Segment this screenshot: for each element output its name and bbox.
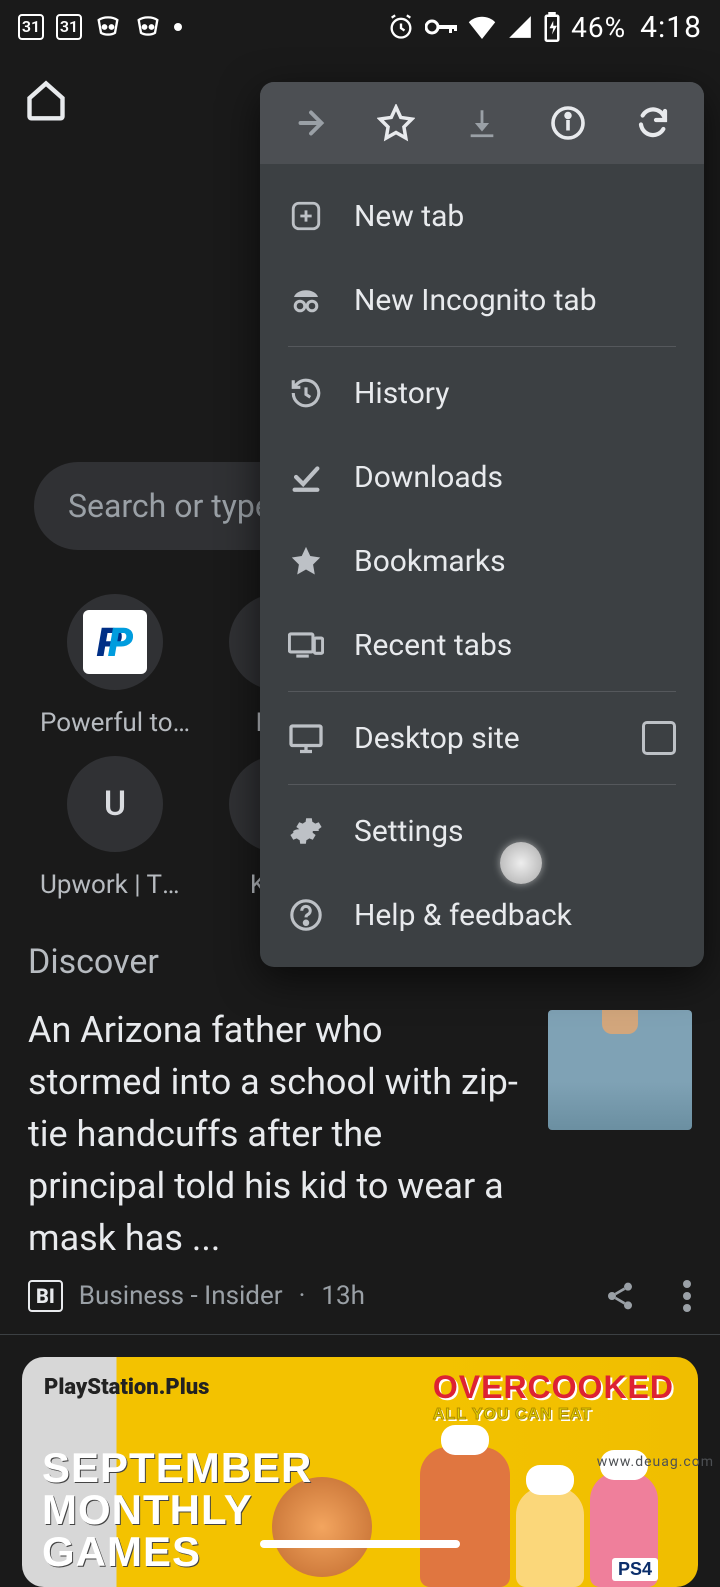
menu-item-help[interactable]: Help & feedback — [260, 873, 704, 957]
desktop-site-checkbox[interactable] — [642, 721, 676, 755]
source-badge: BI — [28, 1280, 63, 1312]
clock-text: 4:18 — [640, 10, 702, 45]
gear-icon — [288, 813, 324, 849]
article-meta: BI Business - Insider · 13h — [0, 1280, 720, 1330]
vpn-key-icon — [425, 17, 457, 37]
menu-label: History — [354, 376, 449, 411]
article-title: An Arizona father who stormed into a sch… — [28, 1004, 520, 1264]
menu-item-new-tab[interactable]: New tab — [260, 174, 704, 258]
menu-divider — [288, 346, 676, 347]
wifi-icon — [467, 15, 497, 39]
battery-charging-icon — [543, 12, 561, 42]
overflow-menu: New tab New Incognito tab History Downlo… — [260, 82, 704, 967]
menu-item-recent-tabs[interactable]: Recent tabs — [260, 603, 704, 687]
divider — [0, 1334, 720, 1335]
incognito-icon — [288, 282, 324, 318]
touch-indicator — [500, 842, 542, 884]
downloads-done-icon — [288, 459, 324, 495]
menu-item-downloads[interactable]: Downloads — [260, 435, 704, 519]
home-icon[interactable] — [24, 78, 68, 126]
menu-label: Bookmarks — [354, 544, 506, 579]
calendar-icon: 31 — [56, 14, 82, 40]
menu-item-settings[interactable]: Settings — [260, 789, 704, 873]
article-thumbnail — [548, 1010, 692, 1130]
refresh-icon[interactable] — [633, 103, 673, 143]
menu-label: Recent tabs — [354, 628, 512, 663]
menu-label: Settings — [354, 814, 464, 849]
alarm-icon — [387, 13, 415, 41]
nav-handle[interactable] — [260, 1540, 460, 1548]
history-icon — [288, 375, 324, 411]
more-notifications-dot — [174, 23, 182, 31]
bookmark-star-icon[interactable] — [376, 103, 416, 143]
menu-item-incognito[interactable]: New Incognito tab — [260, 258, 704, 342]
download-icon[interactable] — [462, 103, 502, 143]
quick-tile-label: Powerful to… — [40, 708, 190, 738]
discord-icon — [134, 13, 162, 41]
help-icon — [288, 897, 324, 933]
bookmarks-icon — [288, 543, 324, 579]
menu-label: New Incognito tab — [354, 283, 597, 318]
share-icon[interactable] — [604, 1280, 636, 1312]
ps-plus-logo: PlayStation.Plus — [44, 1375, 209, 1400]
menu-label: Downloads — [354, 460, 503, 495]
more-vert-icon[interactable] — [682, 1280, 692, 1312]
watermark: www.deuag.com — [597, 1454, 714, 1470]
menu-divider — [288, 691, 676, 692]
quick-tile-label: Upwork | Th… — [40, 870, 190, 900]
quick-tile[interactable]: PP Powerful to… — [34, 594, 196, 738]
discover-article[interactable]: An Arizona father who stormed into a sch… — [0, 994, 720, 1280]
paypal-icon: PP — [83, 610, 147, 674]
menu-label: Help & feedback — [354, 898, 572, 933]
menu-label: New tab — [354, 199, 464, 234]
discover-promo-card[interactable]: PlayStation.Plus OVERCOOKEDALL YOU CAN E… — [22, 1357, 698, 1587]
info-icon[interactable] — [548, 103, 588, 143]
promo-game-title: OVERCOOKEDALL YOU CAN EAT — [433, 1369, 674, 1424]
article-source: Business - Insider — [79, 1281, 283, 1311]
letter-avatar: U — [104, 784, 126, 824]
new-tab-icon — [288, 198, 324, 234]
status-bar: 31 31 46% 4:18 — [0, 0, 720, 54]
menu-label: Desktop site — [354, 721, 520, 756]
recent-tabs-icon — [288, 627, 324, 663]
forward-icon[interactable] — [291, 103, 331, 143]
discord-icon — [94, 13, 122, 41]
menu-item-bookmarks[interactable]: Bookmarks — [260, 519, 704, 603]
battery-percent: 46% — [571, 11, 626, 44]
cellular-signal-icon — [507, 14, 533, 40]
platform-badge: PS4 — [612, 1558, 658, 1581]
quick-tile[interactable]: U Upwork | Th… — [34, 756, 196, 900]
desktop-icon — [288, 720, 324, 756]
menu-item-history[interactable]: History — [260, 351, 704, 435]
calendar-icon: 31 — [18, 14, 44, 40]
promo-headline: SEPTEMBER MONTHLY GAMES — [42, 1447, 312, 1573]
menu-divider — [288, 784, 676, 785]
menu-item-desktop-site[interactable]: Desktop site — [260, 696, 704, 780]
article-age: 13h — [321, 1281, 365, 1311]
